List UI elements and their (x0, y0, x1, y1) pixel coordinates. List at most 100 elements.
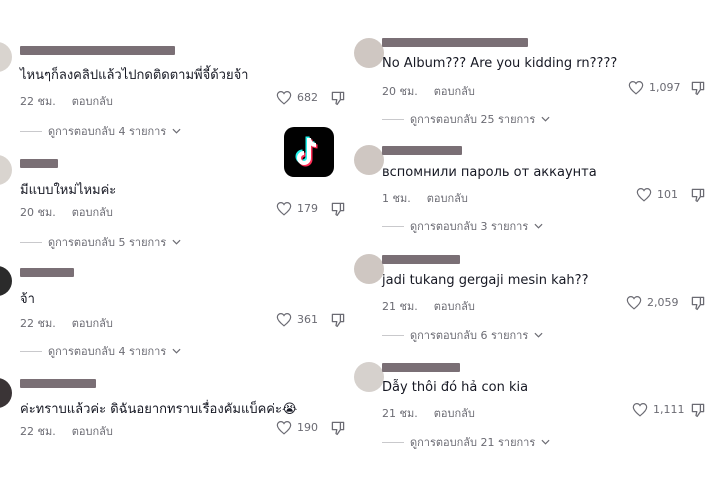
avatar[interactable] (354, 38, 384, 68)
comment-text: jadi tukang gergaji mesin kah?? (382, 273, 589, 288)
username-redacted (382, 255, 460, 264)
username-redacted (382, 363, 460, 372)
reply-button[interactable]: ตอบกลับ (434, 300, 475, 313)
view-replies-label: ดูการตอบกลับ 6 รายการ (410, 329, 529, 342)
chevron-down-icon (172, 128, 181, 134)
like-button[interactable]: 682 (276, 90, 318, 105)
like-count: 2,059 (647, 296, 679, 309)
like-count: 361 (297, 313, 318, 326)
chevron-down-icon (172, 348, 181, 354)
like-count: 190 (297, 421, 318, 434)
like-button[interactable]: 179 (276, 201, 318, 216)
view-replies-label: ดูการตอบกลับ 5 รายการ (48, 236, 167, 249)
chevron-down-icon (541, 116, 550, 122)
avatar[interactable] (0, 266, 12, 296)
heart-icon (276, 202, 292, 216)
timestamp: 21 ชม. (382, 300, 418, 313)
view-replies-button[interactable]: ดูการตอบกลับ 4 รายการ (20, 122, 181, 140)
view-replies-button[interactable]: ดูการตอบกลับ 5 รายการ (20, 233, 181, 251)
avatar[interactable] (354, 362, 384, 392)
comment-meta: 22 ชม. ตอบกลับ (20, 314, 113, 332)
heart-icon (276, 313, 292, 327)
like-button[interactable]: 361 (276, 312, 318, 327)
view-replies-button[interactable]: ดูการตอบกลับ 4 รายการ (20, 342, 181, 360)
like-button[interactable]: 190 (276, 420, 318, 435)
username-redacted (20, 379, 96, 388)
comment-text: No Album??? Are you kidding rn???? (382, 56, 618, 71)
chevron-down-icon (534, 332, 543, 338)
timestamp: 20 ชม. (382, 85, 418, 98)
heart-icon (626, 296, 642, 310)
dislike-icon[interactable] (330, 312, 346, 328)
heart-icon (636, 188, 652, 202)
reply-button[interactable]: ตอบกลับ (72, 425, 113, 438)
heart-icon (276, 421, 292, 435)
comment-text: ไหนๆก็ลงคลิปแล้วไปกดติดตามพี่จี้ด้วยจ้า (20, 68, 249, 83)
divider-line (20, 130, 42, 132)
dislike-icon[interactable] (690, 187, 706, 203)
view-replies-button[interactable]: ดูการตอบกลับ 6 รายการ (382, 326, 543, 344)
reply-button[interactable]: ตอบกลับ (434, 407, 475, 420)
avatar[interactable] (0, 42, 12, 72)
timestamp: 20 ชม. (20, 206, 56, 219)
like-count: 101 (657, 188, 678, 201)
divider-line (382, 118, 404, 120)
divider-line (20, 350, 42, 352)
heart-icon (632, 403, 648, 417)
view-replies-button[interactable]: ดูการตอบกลับ 21 รายการ (382, 433, 550, 451)
username-redacted (20, 46, 175, 55)
divider-line (20, 241, 42, 243)
comment-text: จ้า (20, 292, 35, 307)
comment-meta: 21 ชม. ตอบกลับ (382, 404, 475, 422)
comment-text: Dẫy thôi đó hả con kia (382, 380, 529, 395)
divider-line (382, 334, 404, 336)
view-replies-button[interactable]: ดูการตอบกลับ 3 รายการ (382, 217, 543, 235)
like-button[interactable]: 1,111 (632, 402, 685, 417)
view-replies-label: ดูการตอบกลับ 25 รายการ (410, 113, 536, 126)
comment-text: มีแบบใหม่ไหมค่ะ (20, 183, 117, 198)
divider-line (382, 441, 404, 443)
dislike-icon[interactable] (690, 80, 706, 96)
heart-icon (276, 91, 292, 105)
chevron-down-icon (172, 239, 181, 245)
reply-button[interactable]: ตอบกลับ (72, 317, 113, 330)
like-count: 179 (297, 202, 318, 215)
like-count: 1,111 (653, 403, 685, 416)
reply-button[interactable]: ตอบกลับ (72, 206, 113, 219)
view-replies-label: ดูการตอบกลับ 21 รายการ (410, 436, 536, 449)
timestamp: 22 ชม. (20, 95, 56, 108)
comment-meta: 21 ชม. ตอบกลับ (382, 297, 475, 315)
like-count: 682 (297, 91, 318, 104)
divider-line (382, 225, 404, 227)
like-button[interactable]: 2,059 (626, 295, 679, 310)
dislike-icon[interactable] (690, 295, 706, 311)
reply-button[interactable]: ตอบกลับ (72, 95, 113, 108)
comment-text: вспомнили пароль от аккаунта (382, 165, 597, 180)
heart-icon (628, 81, 644, 95)
dislike-icon[interactable] (330, 420, 346, 436)
chevron-down-icon (541, 439, 550, 445)
comment-meta: 20 ชม. ตอบกลับ (20, 203, 113, 221)
avatar[interactable] (354, 254, 384, 284)
username-redacted (20, 268, 74, 277)
view-replies-button[interactable]: ดูการตอบกลับ 25 รายการ (382, 110, 550, 128)
reply-button[interactable]: ตอบกลับ (434, 85, 475, 98)
view-replies-label: ดูการตอบกลับ 4 รายการ (48, 125, 167, 138)
like-button[interactable]: 1,097 (628, 80, 681, 95)
reply-button[interactable]: ตอบกลับ (427, 192, 468, 205)
like-button[interactable]: 101 (636, 187, 678, 202)
avatar[interactable] (354, 145, 384, 175)
timestamp: 22 ชม. (20, 317, 56, 330)
view-replies-label: ดูการตอบกลับ 4 รายการ (48, 345, 167, 358)
dislike-icon[interactable] (330, 90, 346, 106)
avatar[interactable] (0, 155, 12, 185)
tiktok-icon (295, 136, 318, 167)
avatar[interactable] (0, 378, 12, 408)
comment-meta: 22 ชม. ตอบกลับ (20, 92, 113, 110)
dislike-icon[interactable] (690, 402, 706, 418)
comment-meta: 22 ชม. ตอบกลับ (20, 422, 113, 440)
comment-meta: 1 ชม. ตอบกลับ (382, 189, 468, 207)
timestamp: 21 ชม. (382, 407, 418, 420)
chevron-down-icon (534, 223, 543, 229)
dislike-icon[interactable] (330, 201, 346, 217)
